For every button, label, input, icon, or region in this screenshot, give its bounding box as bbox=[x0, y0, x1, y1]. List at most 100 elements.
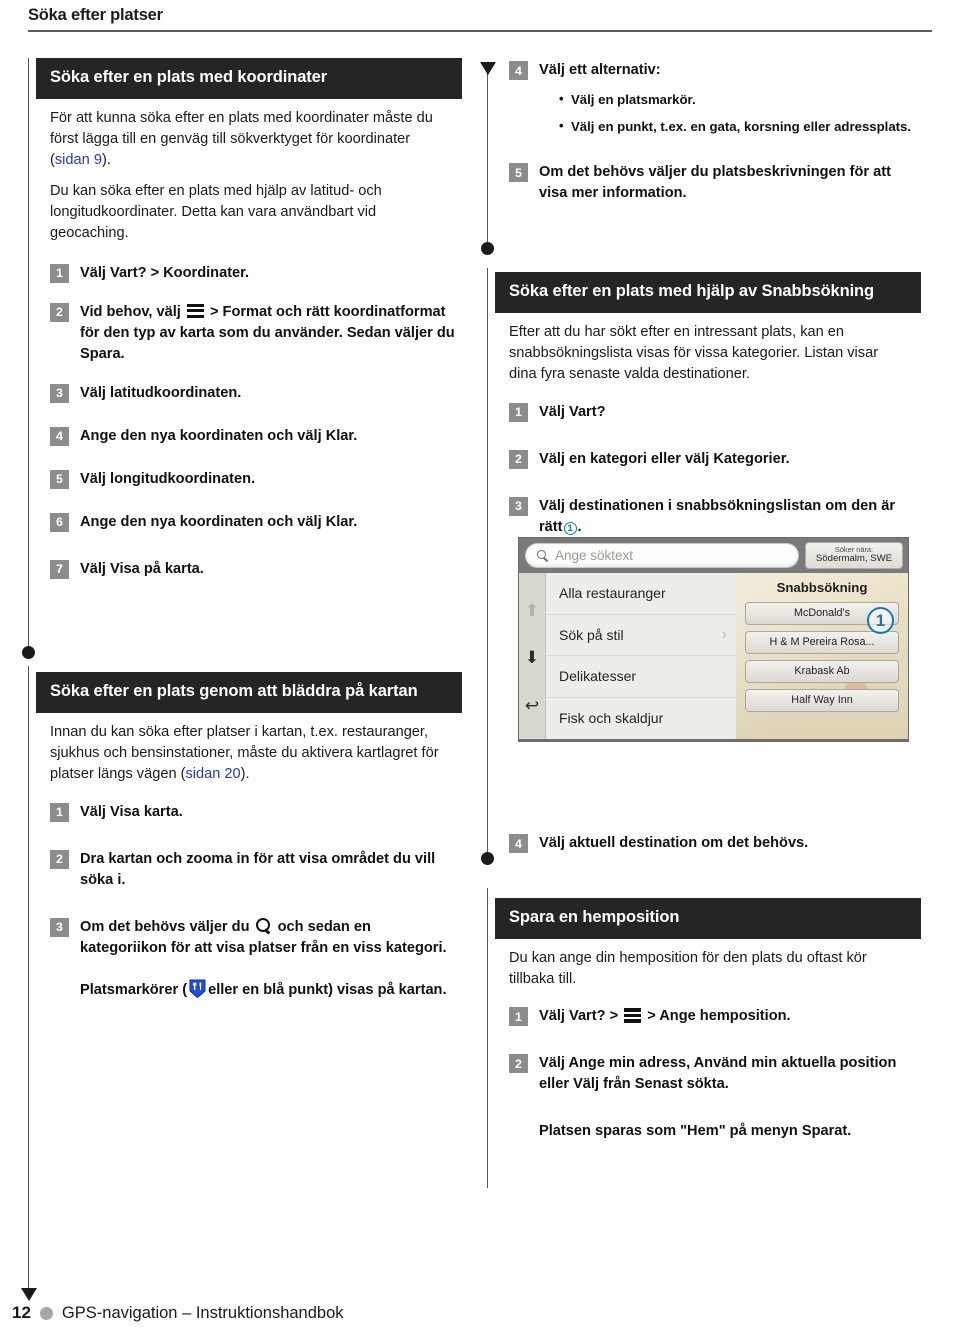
page-footer: 12 GPS-navigation – Instruktionshandbok bbox=[12, 1303, 344, 1323]
step-number: 1 bbox=[50, 802, 69, 822]
page-link-20[interactable]: sidan 20 bbox=[185, 766, 240, 782]
quick-search-item[interactable]: Krabask Ab bbox=[745, 660, 899, 683]
category-label: Alla restauranger bbox=[559, 585, 666, 602]
step-number: 2 bbox=[50, 302, 69, 322]
back-icon[interactable]: ↩ bbox=[525, 697, 539, 714]
device-top-bar: Ange söktext Söker nära: Södermalm, SWE bbox=[519, 538, 908, 573]
list-item[interactable]: Fisk och skaldjur bbox=[546, 698, 736, 740]
paragraph-1: För att kunna söka efter en plats med ko… bbox=[50, 109, 433, 169]
hamburger-menu-icon bbox=[186, 303, 204, 318]
device-body: ⬆ ⬇ ↩ Alla restauranger Sök på stil › De… bbox=[519, 573, 908, 739]
flow-rail-left-top bbox=[22, 58, 36, 659]
rail-arrow-end bbox=[20, 1288, 37, 1301]
quick-search-item[interactable]: H & M Pereira Rosa... bbox=[745, 631, 899, 654]
flow-rail-left-bottom bbox=[20, 666, 37, 1301]
section-body-browse-map: Innan du kan söka efter platser i kartan… bbox=[36, 713, 462, 786]
step-item: 5 Välj longitudkoordinaten. bbox=[50, 469, 456, 490]
step-number: 1 bbox=[509, 402, 528, 422]
step-item: 3 Välj destinationen i snabbsökningslist… bbox=[509, 496, 915, 538]
running-header: Söka efter platser bbox=[28, 6, 932, 32]
search-placeholder: Ange söktext bbox=[555, 548, 634, 563]
steps-save-home: 1 Välj Vart? > > Ange hemposition. 2 Väl… bbox=[495, 1006, 921, 1142]
step-text: Välj Vart? > Koordinater. bbox=[80, 264, 250, 281]
header-rule bbox=[28, 30, 932, 32]
section-heading-browse-map: Söka efter en plats genom att bläddra på… bbox=[36, 672, 462, 713]
step-text: Välj Visa på karta. bbox=[80, 560, 204, 577]
step-text: Välj Vart? > > Ange hemposition. bbox=[539, 1008, 791, 1025]
rail-dot-start bbox=[22, 646, 36, 659]
step-item: 1 Välj Vart? > Koordinater. bbox=[50, 263, 456, 284]
step-text: Ange den nya koordinaten och välj Klar. bbox=[80, 427, 358, 444]
step-number: 2 bbox=[509, 1054, 528, 1074]
step-number: 2 bbox=[509, 449, 528, 469]
category-label: Delikatesser bbox=[559, 668, 637, 685]
step-text: Välj en kategori eller välj Kategorier. bbox=[539, 450, 790, 467]
step-item: 1 Välj Vart? bbox=[509, 402, 915, 423]
search-icon bbox=[537, 550, 548, 561]
steps-coordinates: 1 Välj Vart? > Koordinater. 2 Vid behov,… bbox=[36, 263, 462, 580]
page-link-9[interactable]: sidan 9 bbox=[55, 152, 102, 168]
scroll-down-icon[interactable]: ⬇ bbox=[525, 649, 539, 666]
step-number: 1 bbox=[509, 1007, 528, 1027]
section-save-home: Spara en hemposition Du kan ange din hem… bbox=[495, 898, 921, 1143]
step-text: Välj aktuell destination om det behövs. bbox=[539, 835, 809, 851]
step-text: Om det behövs väljer du och sedan en kat… bbox=[80, 917, 447, 956]
steps-continued: 4 Välj ett alternativ: Välj en platsmark… bbox=[495, 60, 921, 204]
step-number: 2 bbox=[50, 849, 69, 869]
step-item: 1 Välj Vart? > > Ange hemposition. bbox=[509, 1006, 915, 1027]
step-item: 2 Välj Ange min adress, Använd min aktue… bbox=[509, 1053, 915, 1095]
step-number: 5 bbox=[50, 469, 69, 489]
step-text: Välj destinationen i snabbsökningslistan… bbox=[539, 497, 895, 535]
list-item[interactable]: Alla restauranger bbox=[546, 573, 736, 615]
footer-bullet-icon bbox=[39, 1306, 53, 1320]
step-number: 5 bbox=[509, 163, 528, 183]
paragraph-2: Du kan söka efter en plats med hjälp av … bbox=[50, 182, 382, 242]
steps-quick-search-tail: 4 Välj aktuell destination om det behövs… bbox=[495, 833, 921, 854]
section-browse-map: Söka efter en plats genom att bläddra på… bbox=[36, 672, 462, 1001]
quick-search-title: Snabbsökning bbox=[776, 580, 868, 595]
chevron-right-icon: › bbox=[721, 625, 727, 643]
sub-option: Välj en platsmarkör. bbox=[559, 90, 915, 110]
paragraph-1: Efter att du har sökt efter en intressan… bbox=[509, 323, 879, 383]
step-number: 7 bbox=[50, 559, 69, 579]
category-list: Alla restauranger Sök på stil › Delikate… bbox=[546, 573, 736, 739]
step-item: 1 Välj Visa karta. bbox=[50, 802, 456, 823]
callout-marker-1: 1 bbox=[563, 521, 577, 535]
flow-rail-right-mid bbox=[481, 268, 495, 865]
device-screenshot: Ange söktext Söker nära: Södermalm, SWE … bbox=[518, 537, 909, 742]
step-number: 4 bbox=[50, 426, 69, 446]
page-number: 12 bbox=[12, 1303, 31, 1322]
step-text: Välj latitudkoordinaten. bbox=[80, 384, 242, 401]
section-quick-search: Söka efter en plats med hjälp av Snabbsö… bbox=[495, 272, 921, 538]
section-heading-coordinates: Söka efter en plats med koordinater bbox=[36, 58, 462, 99]
step-item: 3 Om det behövs väljer du och sedan en k… bbox=[50, 917, 456, 959]
step-item: 4 Välj aktuell destination om det behövs… bbox=[509, 833, 915, 854]
step-text: Dra kartan och zooma in för att visa omr… bbox=[80, 850, 436, 888]
rail-dot-end bbox=[481, 852, 495, 865]
steps-quick-search: 1 Välj Vart? 2 Välj en kategori eller vä… bbox=[495, 402, 921, 538]
quick-search-panel: Snabbsökning McDonald's H & M Pereira Ro… bbox=[736, 573, 908, 739]
section-body-save-home: Du kan ange din hemposition för den plat… bbox=[495, 939, 921, 991]
step-text: Välj longitudkoordinaten. bbox=[80, 470, 256, 487]
list-item[interactable]: Delikatesser bbox=[546, 656, 736, 698]
search-near-button[interactable]: Söker nära: Södermalm, SWE bbox=[805, 542, 903, 569]
search-near-value: Södermalm, SWE bbox=[815, 553, 893, 565]
step-text: Välj ett alternativ: bbox=[539, 62, 661, 78]
continued-steps-browse-map: 4 Välj ett alternativ: Välj en platsmark… bbox=[495, 60, 921, 204]
search-input[interactable]: Ange söktext bbox=[525, 543, 799, 568]
hamburger-menu-icon bbox=[624, 1008, 642, 1023]
section-body-coordinates: För att kunna söka efter en plats med ko… bbox=[36, 99, 462, 245]
restaurant-map-pin-icon bbox=[189, 979, 206, 998]
section-body-quick-search: Efter att du har sökt efter en intressan… bbox=[495, 313, 921, 386]
step-text: Vid behov, välj > Format och rätt koordi… bbox=[80, 303, 455, 362]
scroll-up-icon[interactable]: ⬆ bbox=[525, 602, 539, 619]
list-item[interactable]: Sök på stil › bbox=[546, 615, 736, 656]
step-item: 2 Dra kartan och zooma in för att visa o… bbox=[50, 849, 456, 891]
step-number: 3 bbox=[50, 383, 69, 403]
step-number: 4 bbox=[509, 834, 528, 853]
quick-search-item[interactable]: Half Way Inn bbox=[745, 689, 899, 712]
step-item: 7 Välj Visa på karta. bbox=[50, 559, 456, 580]
step-number: 4 bbox=[509, 61, 528, 80]
sub-option-list: Välj en platsmarkör. Välj en punkt, t.ex… bbox=[539, 90, 915, 136]
step-text: Ange den nya koordinaten och välj Klar. bbox=[80, 513, 358, 530]
